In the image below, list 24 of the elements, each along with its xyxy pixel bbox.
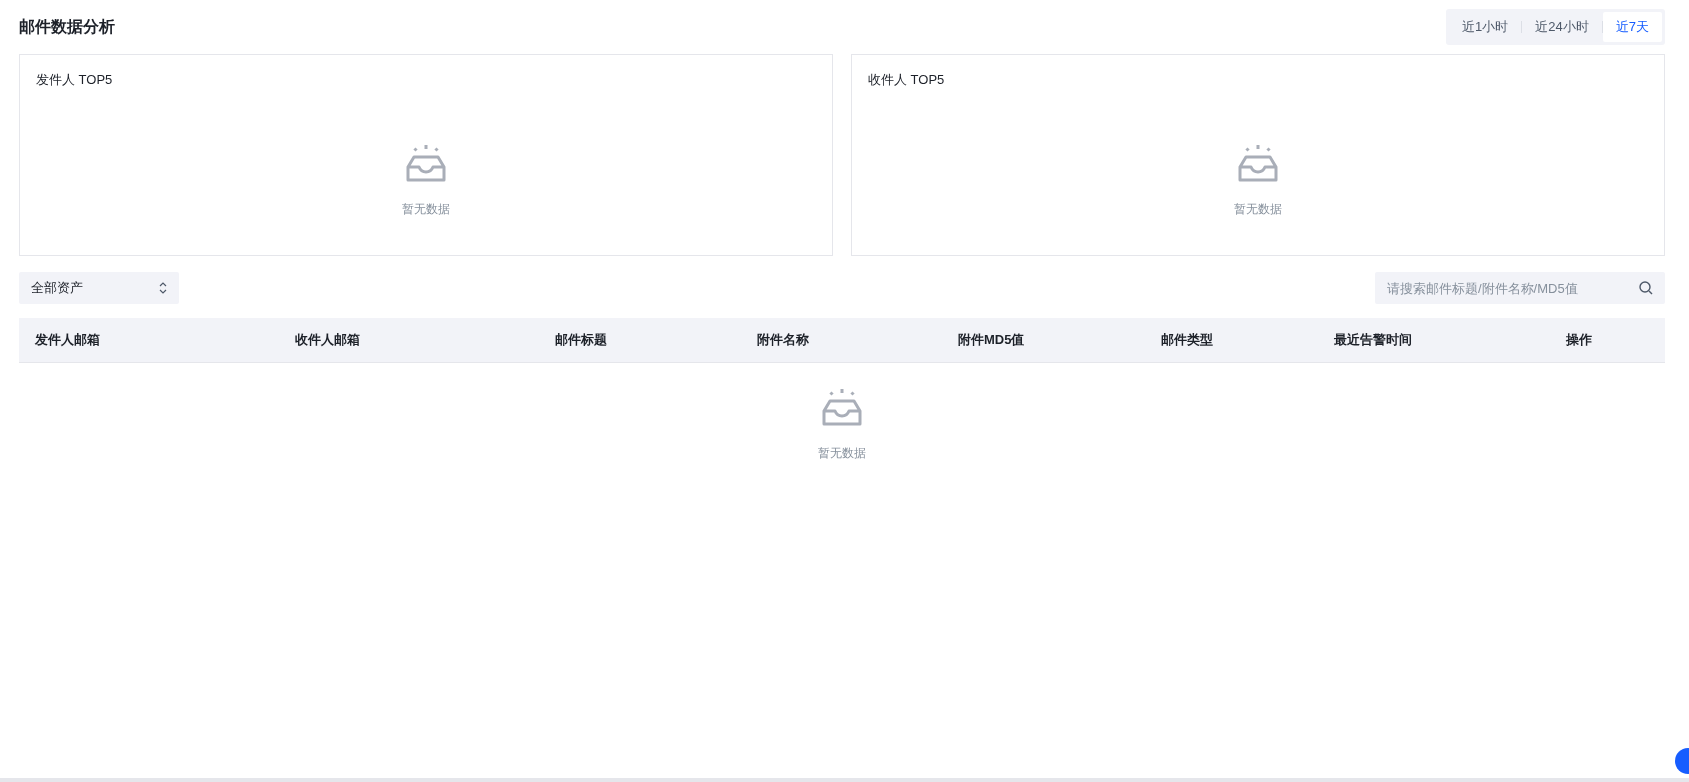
empty-text: 暂无数据 — [1234, 201, 1282, 218]
empty-text: 暂无数据 — [402, 201, 450, 218]
search-field[interactable]: 请搜索邮件标题/附件名称/MD5值 — [1375, 272, 1665, 304]
card-title: 发件人 TOP5 — [36, 71, 114, 89]
search-icon — [1639, 281, 1653, 295]
empty-text: 暂无数据 — [818, 445, 866, 462]
column-header: 邮件标题 — [555, 331, 608, 349]
sort-chevrons-icon — [159, 281, 167, 295]
column-header: 最近告警时间 — [1334, 331, 1413, 349]
column-header: 附件MD5值 — [958, 331, 1026, 349]
column-header: 发件人邮箱 — [35, 331, 101, 349]
time-range-tab[interactable]: 近24小时 — [1522, 12, 1602, 42]
time-range-tab[interactable]: 近1小时 — [1449, 12, 1522, 42]
empty-inbox-icon — [405, 145, 447, 183]
column-header: 操作 — [1566, 331, 1593, 349]
time-range-tab[interactable]: 近7天 — [1602, 12, 1662, 42]
card-title: 收件人 TOP5 — [868, 71, 946, 89]
column-header: 附件名称 — [757, 331, 810, 349]
asset-select[interactable]: 全部资产 — [19, 272, 179, 304]
column-header: 邮件类型 — [1161, 331, 1214, 349]
page-title: 邮件数据分析 — [19, 16, 115, 37]
empty-inbox-icon — [821, 389, 863, 427]
empty-inbox-icon — [1237, 145, 1279, 183]
column-header: 收件人邮箱 — [295, 331, 361, 349]
